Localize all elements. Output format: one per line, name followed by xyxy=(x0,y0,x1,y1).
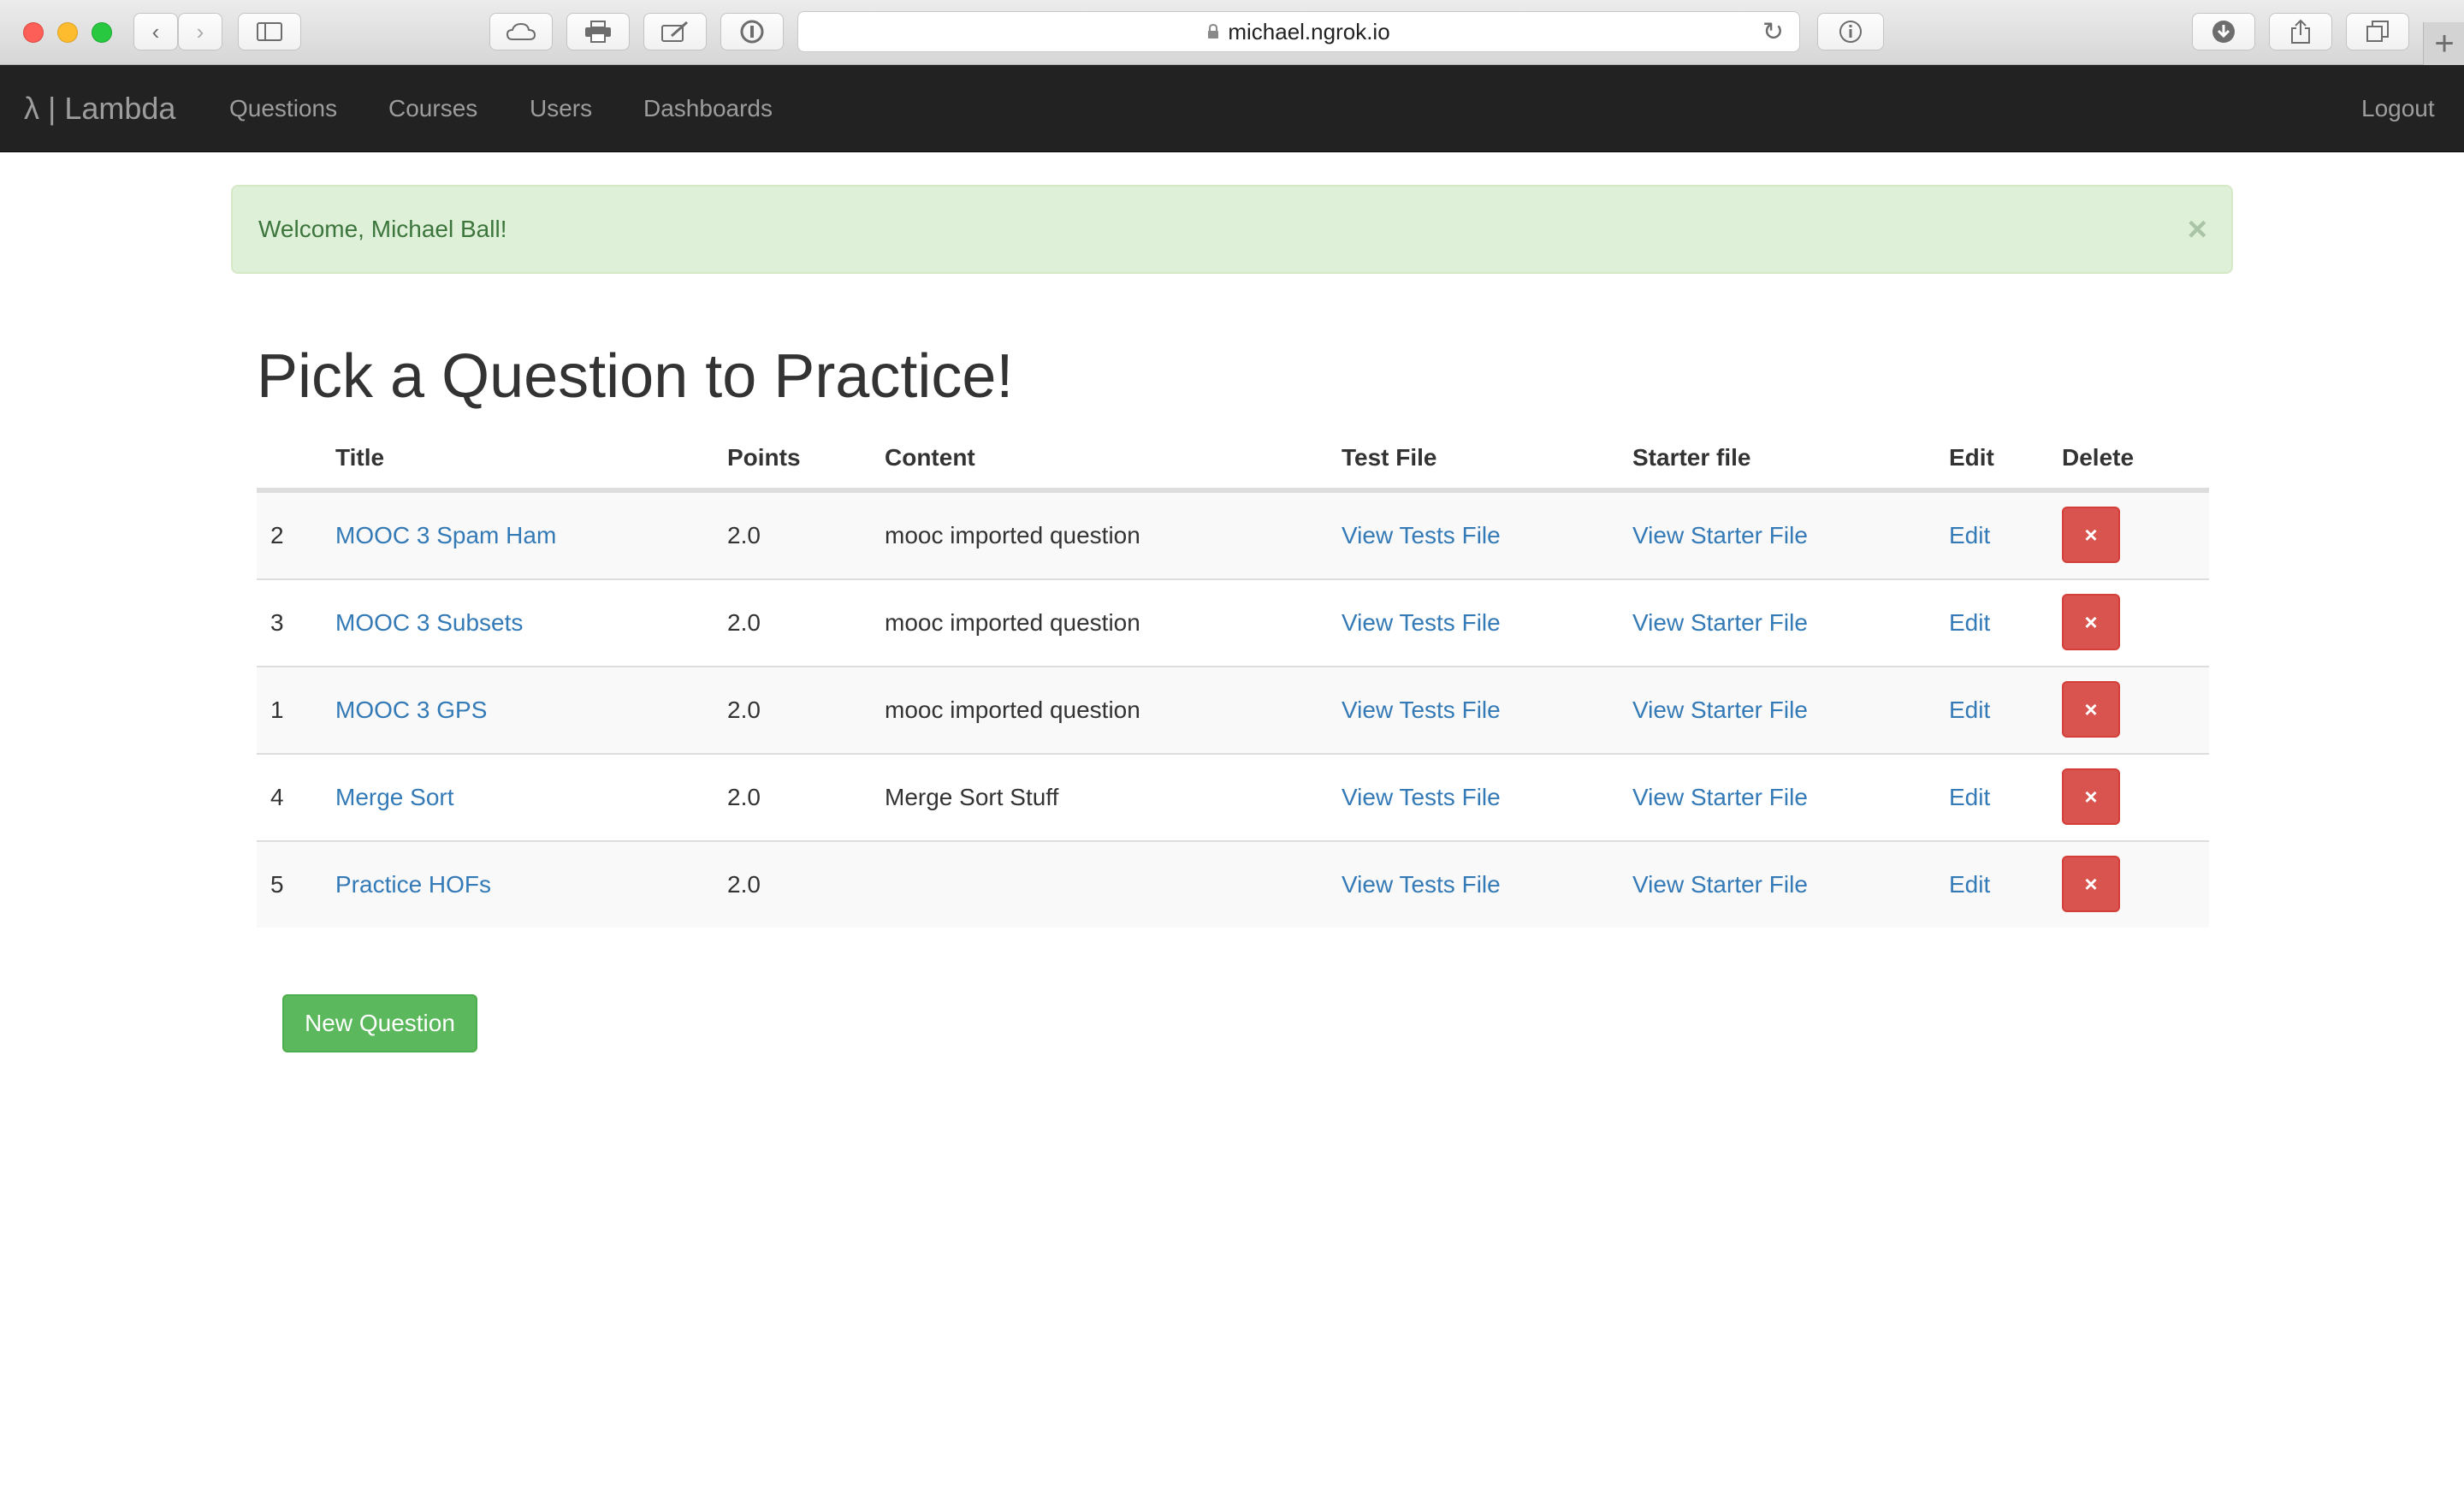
close-icon[interactable]: × xyxy=(2188,187,2207,272)
new-question-button[interactable]: New Question xyxy=(282,994,477,1052)
address-bar[interactable]: michael.ngrok.io ↻ xyxy=(797,11,1800,52)
delete-button[interactable]: × xyxy=(2062,681,2120,738)
nav-courses[interactable]: Courses xyxy=(388,65,477,152)
download-icon xyxy=(2212,21,2235,43)
question-content: mooc imported question xyxy=(885,522,1140,548)
question-id: 4 xyxy=(270,784,284,810)
chevron-left-icon: ‹ xyxy=(151,18,160,44)
cloud-icon xyxy=(506,22,536,40)
question-points: 2.0 xyxy=(727,784,761,810)
forward-button[interactable]: › xyxy=(178,13,222,50)
info-icon xyxy=(1839,21,1862,43)
edit-link[interactable]: Edit xyxy=(1949,667,1990,753)
edit-link[interactable]: Edit xyxy=(1949,755,1990,840)
question-id: 3 xyxy=(270,609,284,636)
nav-users[interactable]: Users xyxy=(530,65,592,152)
chevron-right-icon: › xyxy=(196,18,204,44)
questions-table: Title Points Content Test File Starter f… xyxy=(257,428,2209,928)
view-starter-file-link[interactable]: View Starter File xyxy=(1632,755,1808,840)
printer-icon xyxy=(585,21,611,43)
delete-button[interactable]: × xyxy=(2062,594,2120,650)
view-tests-file-link[interactable]: View Tests File xyxy=(1342,755,1501,840)
url-text: michael.ngrok.io xyxy=(1228,18,1390,44)
delete-button[interactable]: × xyxy=(2062,507,2120,563)
nav-dashboards[interactable]: Dashboards xyxy=(643,65,773,152)
question-title-link[interactable]: Merge Sort xyxy=(335,755,454,840)
tab-overview-button[interactable] xyxy=(2346,13,2409,50)
welcome-alert: Welcome, Michael Ball! × xyxy=(231,185,2233,274)
brand-logo[interactable]: λ | Lambda xyxy=(24,65,175,152)
question-title-link[interactable]: MOOC 3 GPS xyxy=(335,667,487,753)
view-tests-file-link[interactable]: View Tests File xyxy=(1342,493,1501,578)
table-row: 4 Merge Sort 2.0 Merge Sort Stuff View T… xyxy=(257,753,2209,840)
table-header: Title Points Content Test File Starter f… xyxy=(257,428,2209,491)
question-id: 1 xyxy=(270,697,284,723)
page-title: Pick a Question to Practice! xyxy=(257,342,1014,411)
logout-link[interactable]: Logout xyxy=(2361,65,2435,152)
header-starter-file: Starter file xyxy=(1632,444,1751,471)
view-tests-file-link[interactable]: View Tests File xyxy=(1342,842,1501,928)
downloads-button[interactable] xyxy=(2192,13,2255,50)
header-edit: Edit xyxy=(1949,444,1994,471)
question-content: mooc imported question xyxy=(885,609,1140,636)
annotate-button[interactable] xyxy=(643,13,707,50)
view-starter-file-link[interactable]: View Starter File xyxy=(1632,493,1808,578)
table-row: 5 Practice HOFs 2.0 View Tests File View… xyxy=(257,840,2209,928)
close-window-button[interactable] xyxy=(23,22,44,43)
delete-button[interactable]: × xyxy=(2062,856,2120,912)
question-content: Merge Sort Stuff xyxy=(885,784,1059,810)
pen-icon xyxy=(661,21,688,42)
question-content: mooc imported question xyxy=(885,697,1140,723)
edit-link[interactable]: Edit xyxy=(1949,842,1990,928)
question-title-link[interactable]: MOOC 3 Subsets xyxy=(335,580,523,666)
alert-message: Welcome, Michael Ball! xyxy=(258,216,507,242)
view-tests-file-link[interactable]: View Tests File xyxy=(1342,580,1501,666)
question-id: 5 xyxy=(270,871,284,898)
view-tests-file-link[interactable]: View Tests File xyxy=(1342,667,1501,753)
tabs-icon xyxy=(2366,21,2389,42)
share-icon xyxy=(2291,19,2310,44)
print-button[interactable] xyxy=(566,13,630,50)
question-title-link[interactable]: MOOC 3 Spam Ham xyxy=(335,493,556,578)
header-delete: Delete xyxy=(2062,444,2135,471)
reader-info-button[interactable] xyxy=(1817,13,1884,50)
lock-icon xyxy=(1208,24,1219,39)
question-points: 2.0 xyxy=(727,871,761,898)
back-button[interactable]: ‹ xyxy=(133,13,178,50)
table-row: 3 MOOC 3 Subsets 2.0 mooc imported quest… xyxy=(257,578,2209,666)
view-starter-file-link[interactable]: View Starter File xyxy=(1632,667,1808,753)
question-points: 2.0 xyxy=(727,522,761,548)
minimize-window-button[interactable] xyxy=(57,22,78,43)
table-row: 1 MOOC 3 GPS 2.0 mooc imported question … xyxy=(257,666,2209,753)
header-content: Content xyxy=(885,444,975,471)
top-navbar: λ | Lambda Questions Courses Users Dashb… xyxy=(0,65,2464,152)
question-id: 2 xyxy=(270,522,284,548)
sidebar-button[interactable] xyxy=(238,13,301,50)
question-points: 2.0 xyxy=(727,609,761,636)
header-test-file: Test File xyxy=(1342,444,1437,471)
header-title: Title xyxy=(335,444,385,471)
question-points: 2.0 xyxy=(727,697,761,723)
nav-questions[interactable]: Questions xyxy=(229,65,337,152)
icloud-tabs-button[interactable] xyxy=(489,13,553,50)
new-tab-button[interactable]: + xyxy=(2423,22,2464,65)
browser-toolbar: ‹ › michael.ngrok.io ↻ + xyxy=(0,0,2464,65)
reload-icon[interactable]: ↻ xyxy=(1762,17,1784,47)
question-title-link[interactable]: Practice HOFs xyxy=(335,842,491,928)
sidebar-icon xyxy=(257,22,282,41)
plus-icon: + xyxy=(2434,24,2455,62)
view-starter-file-link[interactable]: View Starter File xyxy=(1632,842,1808,928)
header-points: Points xyxy=(727,444,801,471)
key-icon xyxy=(740,20,764,44)
edit-link[interactable]: Edit xyxy=(1949,493,1990,578)
share-button[interactable] xyxy=(2269,13,2332,50)
view-starter-file-link[interactable]: View Starter File xyxy=(1632,580,1808,666)
delete-button[interactable]: × xyxy=(2062,768,2120,825)
password-button[interactable] xyxy=(720,13,784,50)
zoom-window-button[interactable] xyxy=(92,22,112,43)
edit-link[interactable]: Edit xyxy=(1949,580,1990,666)
table-row: 2 MOOC 3 Spam Ham 2.0 mooc imported ques… xyxy=(257,491,2209,578)
